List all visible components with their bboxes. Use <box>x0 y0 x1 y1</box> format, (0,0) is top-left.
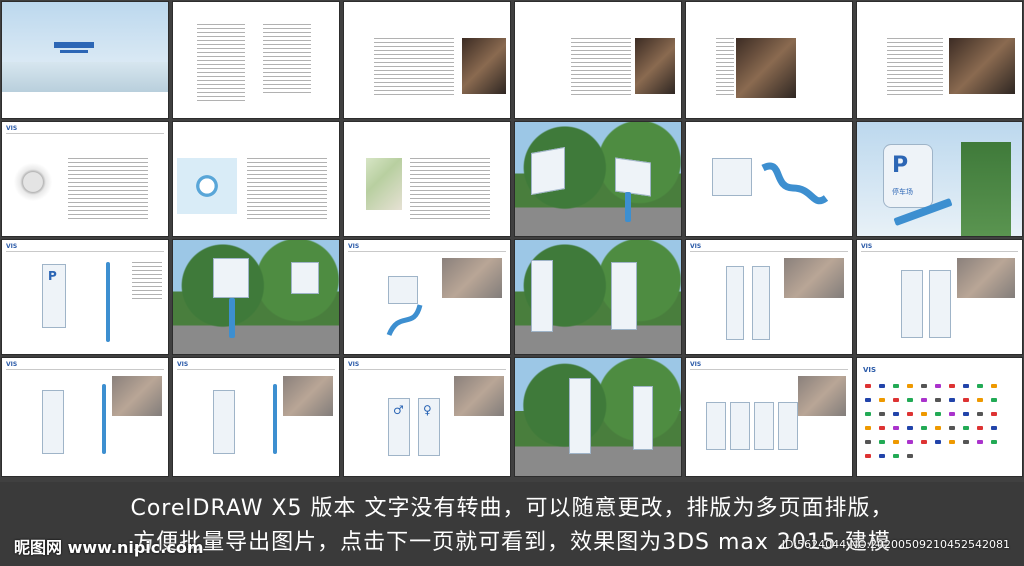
content-photo <box>462 38 506 94</box>
sign-drawing <box>730 402 750 450</box>
sign-wave <box>625 192 631 222</box>
page-thumbnail[interactable]: VIS <box>686 240 852 354</box>
sign-board <box>531 147 565 195</box>
page-thumbnail[interactable]: VIS <box>344 240 510 354</box>
cover-photo <box>2 2 168 92</box>
content-photo <box>736 38 796 98</box>
page-header-logo: VIS <box>6 361 18 368</box>
page-header-logo: VIS <box>690 361 702 368</box>
page-header-logo: VIS <box>863 366 877 374</box>
page-thumbnail[interactable]: VIS ♂ ♀ <box>344 358 510 476</box>
reference-photo <box>442 258 502 298</box>
page-thumbnail[interactable] <box>2 2 168 118</box>
page-thumbnail[interactable]: VIS <box>2 122 168 236</box>
page-header-logo: VIS <box>348 243 360 250</box>
reference-photo <box>784 258 844 298</box>
reference-photo <box>957 258 1015 298</box>
pole <box>273 384 277 454</box>
pylon-sign <box>531 260 553 332</box>
sign-drawing <box>754 402 774 450</box>
reference-photo <box>798 376 846 416</box>
page-thumbnail[interactable] <box>686 2 852 118</box>
sketch-image <box>8 162 58 202</box>
page-thumbnail-grid: VIS P 停车场 VIS P VIS VIS VIS VIS VIS VIS … <box>0 0 1024 482</box>
pylon-sign <box>611 262 637 330</box>
page-header-logo: VIS <box>6 243 18 250</box>
page-thumbnail[interactable]: VIS <box>2 358 168 476</box>
page-header-logo: VIS <box>177 361 189 368</box>
sign-board <box>615 157 651 197</box>
sign-drawing <box>706 402 726 450</box>
pylon-sign-drawing <box>726 266 744 340</box>
restroom-sign-female: ♀ <box>418 398 440 456</box>
page-thumbnail[interactable]: VIS <box>857 358 1022 476</box>
page-thumbnail[interactable] <box>515 240 681 354</box>
sign-drawing <box>712 158 752 196</box>
watermark-id: ID:5624044 NO:20200509210452542081 <box>781 538 1010 551</box>
page-thumbnail[interactable] <box>515 122 681 236</box>
page-thumbnail[interactable]: P 停车场 <box>857 122 1022 236</box>
restroom-sign-male: ♂ <box>388 398 410 456</box>
watermark-logo: 昵图网 www.nipic.com <box>14 538 204 557</box>
parking-sign: P 停车场 <box>883 144 933 208</box>
sign-drawing <box>42 390 64 454</box>
page-thumbnail[interactable]: VIS P <box>2 240 168 354</box>
page-thumbnail[interactable] <box>515 2 681 118</box>
page-thumbnail[interactable] <box>344 2 510 118</box>
reference-photo <box>112 376 162 416</box>
pylon-sign <box>633 386 653 450</box>
pole <box>106 262 110 342</box>
pylon-sign-drawing <box>752 266 770 340</box>
render-photo <box>515 358 681 476</box>
page-header-logo: VIS <box>6 125 18 132</box>
pole <box>102 384 106 454</box>
page-thumbnail[interactable] <box>173 240 339 354</box>
pylon-sign <box>569 378 591 454</box>
sign-drawing <box>213 390 235 454</box>
page-header-logo: VIS <box>690 243 702 250</box>
concept-graphic <box>177 158 237 214</box>
sign-drawing <box>778 402 798 450</box>
page-thumbnail[interactable] <box>173 2 339 118</box>
page-header-logo: VIS <box>861 243 873 250</box>
sign-drawing <box>901 270 923 338</box>
page-thumbnail[interactable]: VIS <box>857 240 1022 354</box>
directional-sign <box>213 258 249 298</box>
site-map <box>366 158 402 210</box>
parking-sign-drawing: P <box>42 264 66 328</box>
page-thumbnail[interactable] <box>686 122 852 236</box>
page-header-logo: VIS <box>348 361 360 368</box>
sign-wave <box>229 298 235 338</box>
page-thumbnail[interactable]: VIS <box>686 358 852 476</box>
wave-drawing <box>761 162 828 205</box>
page-thumbnail[interactable] <box>173 122 339 236</box>
sign-drawing <box>929 270 951 338</box>
directional-sign <box>291 262 319 294</box>
parking-sign-label: 停车场 <box>892 188 913 196</box>
wave-drawing <box>386 304 423 337</box>
page-thumbnail[interactable] <box>857 2 1022 118</box>
page-thumbnail[interactable] <box>344 122 510 236</box>
client-logo-grid <box>865 384 1015 468</box>
reference-photo <box>454 376 504 416</box>
caption-line-1: CorelDRAW X5 版本 文字没有转曲，可以随意更改，排版为多页面排版， <box>130 496 894 521</box>
content-photo <box>949 38 1015 94</box>
content-photo <box>635 38 675 94</box>
render-photo <box>173 240 339 354</box>
page-thumbnail[interactable] <box>515 358 681 476</box>
page-thumbnail[interactable]: VIS <box>173 358 339 476</box>
reference-photo <box>283 376 333 416</box>
